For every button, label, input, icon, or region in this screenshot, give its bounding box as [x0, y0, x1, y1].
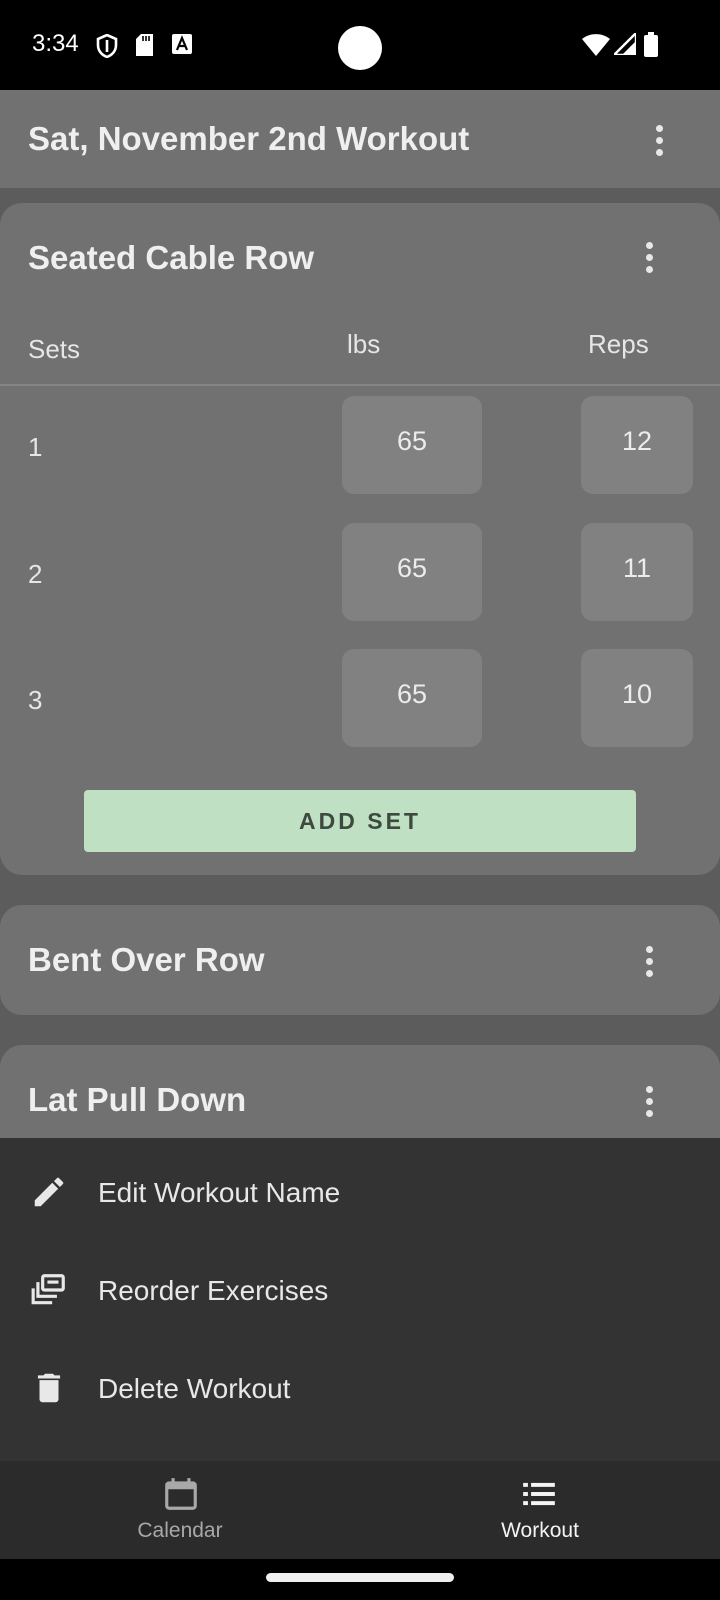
status-bar: 3:34: [0, 0, 720, 90]
home-gesture-handle[interactable]: [266, 1573, 454, 1582]
weight-input[interactable]: 65: [342, 396, 482, 494]
battery-icon: [644, 32, 658, 57]
nav-item-workout[interactable]: Workout: [360, 1461, 720, 1559]
sets-column-header: Sets: [28, 334, 81, 364]
set-row: 1 65 12: [0, 396, 720, 494]
more-vert-icon[interactable]: [644, 120, 674, 160]
pencil-icon: [34, 1177, 64, 1207]
more-vert-icon[interactable]: [634, 1081, 664, 1121]
lbs-column-header: lbs: [347, 329, 381, 359]
add-set-button[interactable]: ADD SET: [84, 790, 636, 852]
set-row: 2 65 11: [0, 523, 720, 621]
bottom-sheet-menu: Edit Workout Name Reorder Exercises Dele…: [0, 1138, 720, 1461]
signal-icon: [614, 33, 636, 55]
set-row: 3 65 10: [0, 649, 720, 747]
exercise-title: Seated Cable Row: [28, 239, 315, 276]
weight-input[interactable]: 65: [342, 523, 482, 621]
reps-input[interactable]: 10: [581, 649, 693, 747]
sd-card-icon: [136, 34, 153, 56]
app-bar: Sat, November 2nd Workout: [0, 90, 720, 188]
set-number: 2: [28, 559, 43, 589]
list-icon: [523, 1482, 555, 1506]
exercise-card-lat-pull-down[interactable]: Lat Pull Down: [0, 1045, 720, 1138]
reps-input[interactable]: 11: [581, 523, 693, 621]
trash-icon: [37, 1373, 61, 1403]
set-number: 3: [28, 685, 43, 715]
shield-icon: [96, 34, 118, 58]
workout-content: Seated Cable Row Sets lbs Reps 1 65 12 2…: [0, 188, 720, 1138]
set-number: 1: [28, 432, 43, 462]
nav-item-calendar[interactable]: Calendar: [0, 1461, 360, 1559]
weight-input[interactable]: 65: [342, 649, 482, 747]
exercise-card-seated-cable-row: Seated Cable Row Sets lbs Reps 1 65 12 2…: [0, 203, 720, 875]
menu-item-label: Delete Workout: [98, 1373, 291, 1404]
exercise-title: Bent Over Row: [28, 941, 265, 978]
system-gesture-area: [0, 1559, 720, 1600]
page-title: Sat, November 2nd Workout: [28, 120, 470, 157]
exercise-title: Lat Pull Down: [28, 1081, 247, 1118]
nav-label: Workout: [501, 1519, 579, 1542]
menu-item-label: Edit Workout Name: [98, 1177, 341, 1208]
nav-label: Calendar: [137, 1519, 223, 1542]
wifi-icon: [582, 34, 610, 56]
reorder-icon: [31, 1274, 65, 1305]
menu-item-label: Reorder Exercises: [98, 1275, 329, 1306]
reps-input[interactable]: 12: [581, 396, 693, 494]
camera-cutout: [338, 26, 382, 70]
calendar-icon: [165, 1478, 197, 1510]
status-time: 3:34: [32, 30, 79, 57]
bottom-navigation: Calendar Workout: [0, 1461, 720, 1559]
menu-item-reorder-exercises[interactable]: Reorder Exercises: [0, 1241, 720, 1339]
exercise-card-bent-over-row[interactable]: Bent Over Row: [0, 905, 720, 1015]
more-vert-icon[interactable]: [634, 941, 664, 981]
more-vert-icon[interactable]: [634, 237, 664, 277]
keyboard-a-icon: [172, 34, 192, 54]
menu-item-delete-workout[interactable]: Delete Workout: [0, 1339, 720, 1437]
divider: [0, 384, 720, 386]
reps-column-header: Reps: [588, 329, 649, 359]
menu-item-edit-workout-name[interactable]: Edit Workout Name: [0, 1143, 720, 1241]
